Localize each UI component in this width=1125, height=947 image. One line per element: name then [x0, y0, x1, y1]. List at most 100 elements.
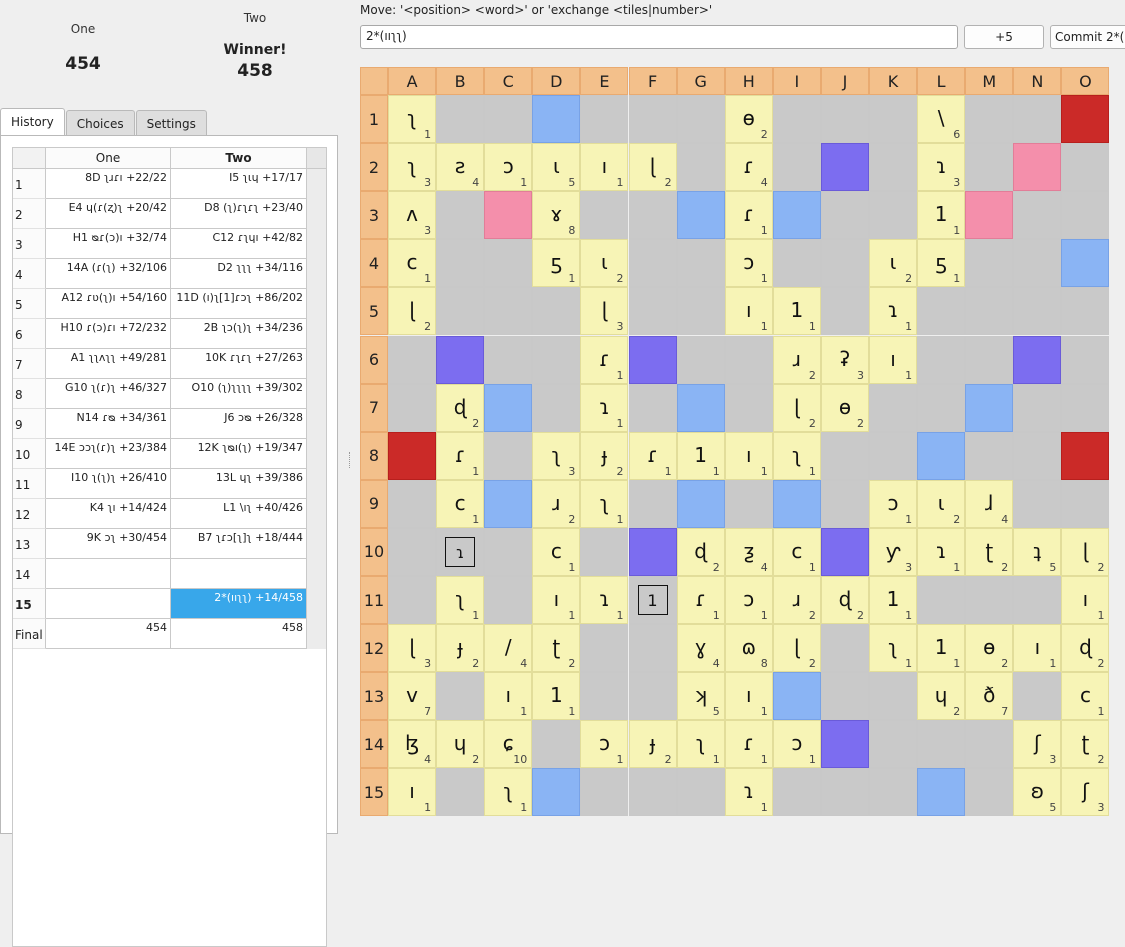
board-square[interactable]: [676, 768, 725, 817]
board-square[interactable]: [917, 383, 966, 432]
board-square[interactable]: [388, 479, 437, 528]
placed-tile[interactable]: ɾ1: [676, 576, 725, 625]
board-square[interactable]: [436, 768, 485, 817]
board-square[interactable]: [772, 768, 821, 817]
history-row[interactable]: 12 K4 ʅı +14/424 L1 \ıʅ +40/426: [13, 499, 326, 529]
move-input[interactable]: 2*(ııʅʅ): [360, 25, 958, 49]
board-square[interactable]: [628, 768, 677, 817]
move-cell-one[interactable]: N14 ɾᴓ +34/361: [46, 409, 171, 439]
double-word-square[interactable]: [965, 191, 1014, 240]
placed-tile[interactable]: ɩ2: [580, 239, 629, 288]
placed-tile[interactable]: ʅ1: [676, 720, 725, 769]
history-row[interactable]: 2 E4 ɥ(ɾ(ʐ)ʅ +20/42 D8 (ʅ)ɾʅɾʅ +23/40: [13, 199, 326, 229]
placed-tile[interactable]: ɾ1: [436, 431, 485, 480]
placed-tile[interactable]: ɿ1: [869, 287, 918, 336]
placed-tile[interactable]: ɷ8: [724, 624, 773, 673]
history-row[interactable]: 4 14A (ɾ(ʅ) +32/106 D2 ʅʅʅ +34/116: [13, 259, 326, 289]
placed-tile[interactable]: ɹ2: [772, 576, 821, 625]
board-square[interactable]: [484, 335, 533, 384]
board-square[interactable]: [869, 672, 918, 721]
board-square[interactable]: [869, 720, 918, 769]
placed-tile[interactable]: ʅ3: [532, 431, 581, 480]
placed-tile[interactable]: ƴ3: [869, 527, 918, 576]
triple-letter-square[interactable]: [628, 335, 677, 384]
move-cell-two[interactable]: L1 \ıʅ +40/426: [171, 499, 307, 529]
placed-tile[interactable]: 11: [676, 431, 725, 480]
tab-choices[interactable]: Choices: [65, 110, 135, 138]
placed-tile[interactable]: ı1: [724, 431, 773, 480]
placed-tile[interactable]: c1: [436, 479, 485, 528]
placed-tile[interactable]: ı1: [724, 672, 773, 721]
move-cell-one[interactable]: 14E ɔɔʅ(ɾ)ʅ +23/384: [46, 439, 171, 469]
column-header-two[interactable]: Two: [171, 148, 307, 168]
placed-tile[interactable]: ɟ2: [580, 431, 629, 480]
placed-tile[interactable]: ɭ3: [388, 624, 437, 673]
board-square[interactable]: [724, 335, 773, 384]
board-square[interactable]: [724, 383, 773, 432]
placed-tile[interactable]: ƽ1: [532, 239, 581, 288]
tab-settings[interactable]: Settings: [135, 110, 207, 138]
board-square[interactable]: [388, 383, 437, 432]
board-square[interactable]: [1013, 383, 1062, 432]
placed-tile[interactable]: ɩ2: [869, 239, 918, 288]
board-square[interactable]: [869, 768, 918, 817]
placed-tile[interactable]: ɾ1: [628, 431, 677, 480]
board-square[interactable]: [1061, 335, 1110, 384]
placed-tile[interactable]: ı1: [1061, 576, 1110, 625]
placed-tile[interactable]: ɾ1: [724, 720, 773, 769]
triple-letter-square[interactable]: [820, 720, 869, 769]
history-row[interactable]: 8 G10 ʅ(ɾ)ʅ +46/327 O10 (ʅ)ʅʅʅʅ +39/302: [13, 379, 326, 409]
board-square[interactable]: [820, 672, 869, 721]
board-square[interactable]: [965, 287, 1014, 336]
triple-letter-square[interactable]: [820, 527, 869, 576]
double-letter-square[interactable]: [484, 479, 533, 528]
move-cell-two[interactable]: [171, 559, 307, 589]
move-cell-one[interactable]: 14A (ɾ(ʅ) +32/106: [46, 259, 171, 289]
board-square[interactable]: [628, 672, 677, 721]
board-square[interactable]: [965, 95, 1014, 144]
board-square[interactable]: [917, 576, 966, 625]
move-cell-one[interactable]: 8D ʅɹɾı +22/22: [46, 169, 171, 199]
double-letter-square[interactable]: [965, 383, 1014, 432]
move-cell-one[interactable]: A1 ʅʅʌʅʅ +49/281: [46, 349, 171, 379]
board-square[interactable]: [820, 479, 869, 528]
move-cell-two[interactable]: 10K ɾʅɾʅ +27/263: [171, 349, 307, 379]
board-square[interactable]: [436, 287, 485, 336]
placed-tile[interactable]: ɵ2: [820, 383, 869, 432]
double-letter-square[interactable]: [532, 95, 581, 144]
placed-tile[interactable]: ʅ1: [436, 576, 485, 625]
board-square[interactable]: [580, 768, 629, 817]
board-square[interactable]: [1061, 383, 1110, 432]
placed-tile[interactable]: ı1: [724, 287, 773, 336]
board-square[interactable]: [484, 239, 533, 288]
board-square[interactable]: [628, 383, 677, 432]
board-square[interactable]: [965, 335, 1014, 384]
history-row[interactable]: 9 N14 ɾᴓ +34/361 J6 ɔᴓ +26/328: [13, 409, 326, 439]
board-square[interactable]: [869, 431, 918, 480]
board-square[interactable]: [1061, 143, 1110, 192]
history-row[interactable]: 15 2*(ııʅʅ) +14/458: [13, 589, 326, 619]
board-square[interactable]: [965, 431, 1014, 480]
placed-tile[interactable]: ɤ8: [532, 191, 581, 240]
move-cell-one[interactable]: I10 ʅ(ʅ)ʅ +26/410: [46, 469, 171, 499]
placed-tile[interactable]: c1: [1061, 672, 1110, 721]
double-letter-square[interactable]: [917, 768, 966, 817]
board-square[interactable]: [1013, 287, 1062, 336]
board-square[interactable]: [436, 191, 485, 240]
move-cell-one[interactable]: E4 ɥ(ɾ(ʐ)ʅ +20/42: [46, 199, 171, 229]
board-square[interactable]: [917, 335, 966, 384]
placed-tile[interactable]: ɔ1: [772, 720, 821, 769]
placed-tile[interactable]: 11: [917, 624, 966, 673]
board-square[interactable]: [580, 95, 629, 144]
placed-tile[interactable]: ɔ1: [580, 720, 629, 769]
board-square[interactable]: [869, 95, 918, 144]
board-square[interactable]: [388, 335, 437, 384]
board-square[interactable]: [820, 768, 869, 817]
board-square[interactable]: [965, 720, 1014, 769]
placed-tile[interactable]: ɩ5: [532, 143, 581, 192]
board-square[interactable]: [532, 383, 581, 432]
placed-tile[interactable]: ʚ5: [1013, 768, 1062, 817]
placed-tile[interactable]: v7: [388, 672, 437, 721]
placed-tile[interactable]: ɵ2: [965, 624, 1014, 673]
history-row[interactable]: 11 I10 ʅ(ʅ)ʅ +26/410 13L ɥʅ +39/386: [13, 469, 326, 499]
